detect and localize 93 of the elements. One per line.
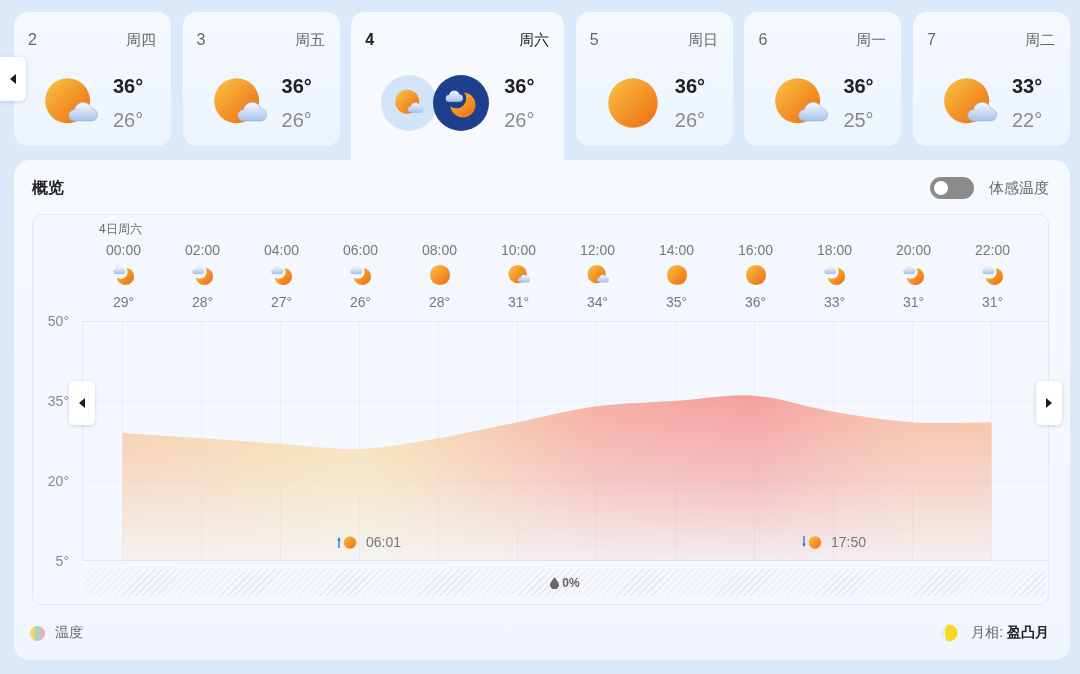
hour-temp: 36° (744, 294, 767, 310)
hour-label: 00:00 (105, 242, 141, 258)
hour-temp: 35° (665, 294, 688, 310)
low-temp: 26° (113, 108, 144, 133)
sunset-icon (802, 535, 822, 549)
sun-time: 06:01 (366, 534, 402, 550)
weekday: 周五 (294, 30, 325, 50)
day-number: 3 (196, 31, 206, 49)
sun-cloud-icon (507, 264, 530, 286)
high-temp: 33° (1011, 74, 1043, 99)
day-number: 2 (28, 31, 37, 49)
weekday: 周一 (856, 30, 887, 50)
moon-cloud-icon (902, 264, 925, 286)
day-number: 6 (758, 31, 768, 49)
hour-temp: 28° (428, 294, 451, 310)
high-temp: 36° (674, 74, 706, 99)
day-card[interactable]: 2 周四 36° 26° (14, 12, 171, 146)
weekday: 周四 (126, 30, 156, 50)
moon-cloud-icon (433, 75, 490, 131)
hour-label: 02:00 (184, 242, 220, 258)
low-temp: 26° (674, 108, 706, 133)
hour-label: 14:00 (658, 242, 694, 258)
hour-label: 12:00 (579, 242, 615, 258)
moon-phase-icon (940, 624, 959, 642)
sun-icon (605, 76, 660, 130)
drop-icon (550, 576, 560, 589)
legend-label: 温度 (55, 624, 83, 642)
caret-left-icon (79, 398, 85, 408)
weekday: 周二 (1024, 30, 1055, 50)
hour-temp: 29° (112, 294, 135, 310)
sun-time: 17:50 (831, 534, 867, 550)
day-number: 5 (589, 31, 599, 49)
toggle-switch[interactable] (930, 177, 974, 199)
moon-cloud-icon (112, 264, 135, 286)
moon-cloud-icon (191, 264, 214, 286)
sun-icon (428, 264, 451, 286)
axis-label: 35° (47, 393, 69, 409)
moon-cloud-icon (981, 264, 1004, 286)
toggle-label: 体感温度 (989, 178, 1049, 198)
high-temp: 36° (843, 74, 874, 99)
hour-temp: 31° (902, 294, 925, 310)
high-temp: 36° (113, 74, 144, 99)
temperature-legend-icon (30, 625, 45, 641)
hour-temp: 26° (349, 294, 372, 310)
hour-label: 06:00 (342, 242, 378, 258)
hour-temp: 28° (191, 294, 214, 310)
day-card[interactable]: 4 周六 36° 26° (351, 12, 565, 160)
caret-left-icon (10, 74, 16, 84)
sun-icon (665, 264, 688, 286)
scroll-left-button[interactable] (0, 57, 26, 101)
high-temp: 36° (504, 74, 535, 99)
low-temp: 26° (281, 108, 312, 133)
day-card[interactable]: 7 周二 33° 22° (912, 12, 1070, 146)
section-title: 概览 (32, 177, 64, 198)
axis-label: 5° (55, 553, 69, 569)
scroll-right-button[interactable] (1036, 381, 1062, 425)
sun-cloud-icon (586, 264, 609, 286)
axis-label: 20° (47, 473, 69, 489)
moon-cloud-icon (823, 264, 846, 286)
moon-phase-text: 月相: 盈凸月 (971, 624, 1049, 642)
low-temp: 25° (843, 108, 874, 133)
hour-label: 18:00 (816, 242, 852, 258)
day-number: 7 (926, 31, 936, 49)
day-card[interactable]: 3 周五 36° 26° (182, 12, 340, 146)
hour-label: 20:00 (895, 242, 931, 258)
scroll-left-button[interactable] (69, 381, 95, 425)
date-label: 4日周六 (98, 221, 143, 236)
low-temp: 26° (504, 108, 535, 133)
hour-temp: 27° (270, 294, 293, 310)
hour-temp: 31° (981, 294, 1004, 310)
sun-cloud-icon (381, 75, 438, 131)
sunrise-icon (337, 535, 357, 549)
hour-label: 04:00 (263, 242, 299, 258)
hour-temp: 34° (586, 294, 609, 310)
hour-label: 16:00 (737, 242, 773, 258)
hour-label: 08:00 (421, 242, 457, 258)
hour-label: 22:00 (974, 242, 1010, 258)
axis-label: 50° (47, 313, 69, 329)
sun-icon (744, 264, 767, 286)
day-number: 4 (365, 31, 375, 49)
weekday: 周日 (687, 30, 718, 50)
low-temp: 22° (1011, 108, 1043, 133)
caret-right-icon (1046, 398, 1052, 408)
weekday: 周六 (519, 30, 550, 50)
high-temp: 36° (281, 74, 312, 99)
hour-temp: 33° (823, 294, 846, 310)
precipitation-value: 0% (562, 575, 580, 590)
hour-label: 10:00 (500, 242, 536, 258)
day-card[interactable]: 6 周一 36° 25° (744, 12, 902, 146)
moon-cloud-icon (349, 264, 372, 286)
day-card[interactable]: 5 周日 36° 26° (575, 12, 733, 146)
hour-temp: 31° (507, 294, 530, 310)
moon-cloud-icon (270, 264, 293, 286)
